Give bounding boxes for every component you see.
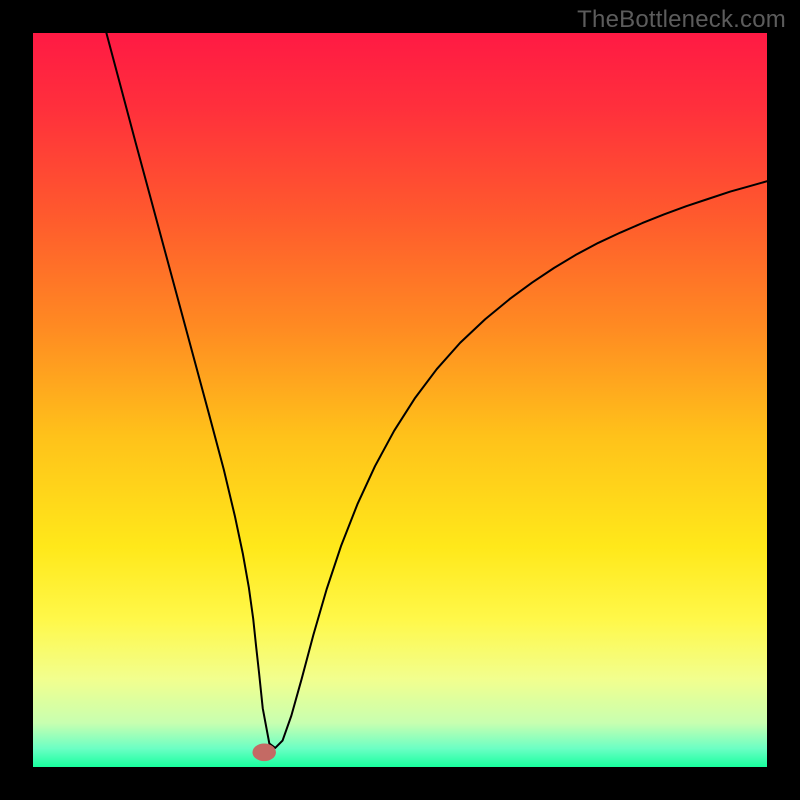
chart-stage: TheBottleneck.com <box>0 0 800 800</box>
watermark-text: TheBottleneck.com <box>577 6 786 34</box>
optimal-point-marker <box>252 744 275 762</box>
chart-svg <box>33 33 767 767</box>
gradient-background <box>33 33 767 767</box>
plot-area <box>33 33 767 767</box>
